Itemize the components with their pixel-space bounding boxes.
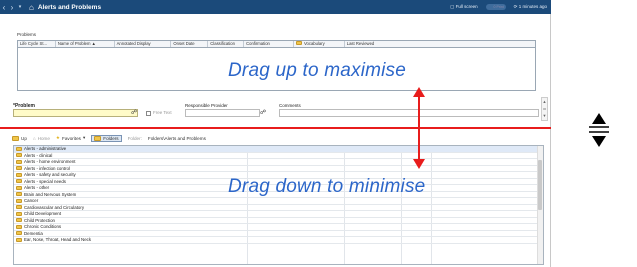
home-label: Home xyxy=(37,135,50,141)
tree-row-label: Ear, Nose, Throat, Head and Neck xyxy=(24,237,92,243)
problems-section-label: Problems xyxy=(17,32,37,37)
back-icon[interactable]: ‹ xyxy=(0,3,8,12)
folder-tree: Alerts - administrative Alerts - clinical… xyxy=(13,145,544,265)
tree-row-label: Alerts - home environment xyxy=(24,159,76,165)
tree-row[interactable]: Ear, Nose, Throat, Head and Neck xyxy=(14,237,543,244)
comments-scrollbar[interactable]: ▲ ⚌ ▼ xyxy=(541,97,548,121)
title-bar: ‹ › ▾ ⌂ Alerts and Problems ▢ Full scree… xyxy=(0,0,551,14)
folder-icon xyxy=(16,198,22,203)
full-screen-label: Full screen xyxy=(455,4,478,9)
column-header[interactable]: Last Reviewed xyxy=(345,41,535,47)
folder-icon xyxy=(16,185,22,190)
star-icon: ★ xyxy=(55,135,61,140)
refresh-label: 1 minutes ago xyxy=(518,4,547,9)
free-text-label: Free Text xyxy=(153,110,172,115)
print-button[interactable]: 0 Print xyxy=(485,4,506,10)
folder-icon xyxy=(16,166,22,171)
folder-icon xyxy=(16,205,22,210)
tree-row-label: Alerts - other xyxy=(24,185,50,191)
dropdown-icon[interactable]: ▾ xyxy=(16,4,24,10)
tree-row-label: Dementia xyxy=(24,230,43,236)
folder-label: Folder: xyxy=(127,135,142,141)
up-label: Up xyxy=(21,135,27,141)
vocabulary-icon xyxy=(295,41,302,45)
folder-toolbar: Up ⌂ Home ★ Favorites ▾ Folders Folder: Fol… xyxy=(12,133,542,143)
tree-row-label: Alerts - clinical xyxy=(24,152,53,158)
tree-row-label: Cancer xyxy=(24,198,39,204)
forward-icon[interactable]: › xyxy=(8,3,16,12)
folder-icon xyxy=(16,179,22,184)
responsible-provider-input[interactable] xyxy=(185,109,260,117)
full-screen-button[interactable]: ▢ Full screen xyxy=(450,4,478,10)
column-header[interactable]: Onset Date xyxy=(171,41,209,47)
tree-row-label: Alerts - administrative xyxy=(24,146,67,152)
folder-path: Folders\Alerts and Problems xyxy=(147,135,206,141)
folders-button[interactable]: Folders xyxy=(91,134,122,142)
column-header[interactable]: Confirmation xyxy=(244,41,294,47)
tree-row-label: Child Protection xyxy=(24,217,55,223)
free-text-checkbox[interactable] xyxy=(146,111,151,116)
problem-input[interactable] xyxy=(13,109,138,117)
home-button[interactable]: ⌂ Home xyxy=(33,136,50,141)
folder-icon xyxy=(16,231,22,236)
refresh-icon: ⟳ xyxy=(513,4,518,9)
binoculars-icon[interactable]: ☍ xyxy=(260,109,266,116)
folder-icon xyxy=(16,211,22,216)
split-line xyxy=(0,127,551,129)
tree-row-label: Alerts - safety and security xyxy=(24,172,76,178)
full-screen-icon: ▢ xyxy=(450,4,455,9)
folder-icon xyxy=(16,153,22,158)
tree-row-label: Alerts - infection control xyxy=(24,165,70,171)
drag-arrow xyxy=(413,87,425,169)
folders-label: Folders xyxy=(103,135,119,141)
folder-icon xyxy=(16,224,22,229)
folder-icon xyxy=(16,159,22,164)
column-header-label: Vocabulary xyxy=(303,41,325,46)
tree-row-label: Chronic Conditions xyxy=(24,224,62,230)
binoculars-icon[interactable]: ☍ xyxy=(131,109,137,116)
folder-icon xyxy=(16,218,22,223)
column-header[interactable]: Life Cycle St... xyxy=(18,41,56,47)
chevron-down-icon: ▾ xyxy=(82,135,86,140)
folder-icon xyxy=(16,237,22,242)
folder-icon xyxy=(16,192,22,197)
application-panel: ‹ › ▾ ⌂ Alerts and Problems ▢ Full scree… xyxy=(0,0,551,267)
drag-down-hint: Drag down to minimise xyxy=(228,176,426,197)
problems-grid-header: Life Cycle St... Name of Problem ▲ Annot… xyxy=(17,40,536,48)
home-icon[interactable]: ⌂ xyxy=(29,3,34,12)
up-folder-icon xyxy=(12,135,19,141)
refresh-button[interactable]: ⟳ 1 minutes ago xyxy=(514,4,547,10)
favorites-label: Favorites xyxy=(62,135,81,141)
drag-up-hint: Drag up to maximise xyxy=(228,60,407,81)
tree-row-label: Alerts - special needs xyxy=(24,178,66,184)
folders-icon xyxy=(94,135,102,141)
column-header[interactable]: Classification xyxy=(208,41,245,47)
tree-row-label: Brain and Nervous System xyxy=(24,191,77,197)
resize-icon xyxy=(589,113,609,147)
favorites-button[interactable]: ★ Favorites ▾ xyxy=(56,135,85,141)
up-button[interactable]: Up xyxy=(12,135,27,141)
folder-icon xyxy=(16,172,22,177)
home-icon: ⌂ xyxy=(32,135,36,141)
column-header-vocabulary[interactable]: Vocabulary xyxy=(294,41,345,47)
column-header[interactable]: Annotated Display xyxy=(115,41,172,47)
page-title: Alerts and Problems xyxy=(37,3,102,11)
responsible-provider-label: Responsible Provider xyxy=(185,103,228,108)
tree-scrollbar-thumb[interactable] xyxy=(538,160,542,210)
folder-icon xyxy=(16,146,22,151)
tree-row-label: Cardiovascular and Circulatory xyxy=(24,204,85,210)
tree-row-label: Child Development xyxy=(24,211,62,217)
column-header[interactable]: Name of Problem ▲ xyxy=(56,41,115,47)
comments-label: Comments xyxy=(279,103,301,108)
